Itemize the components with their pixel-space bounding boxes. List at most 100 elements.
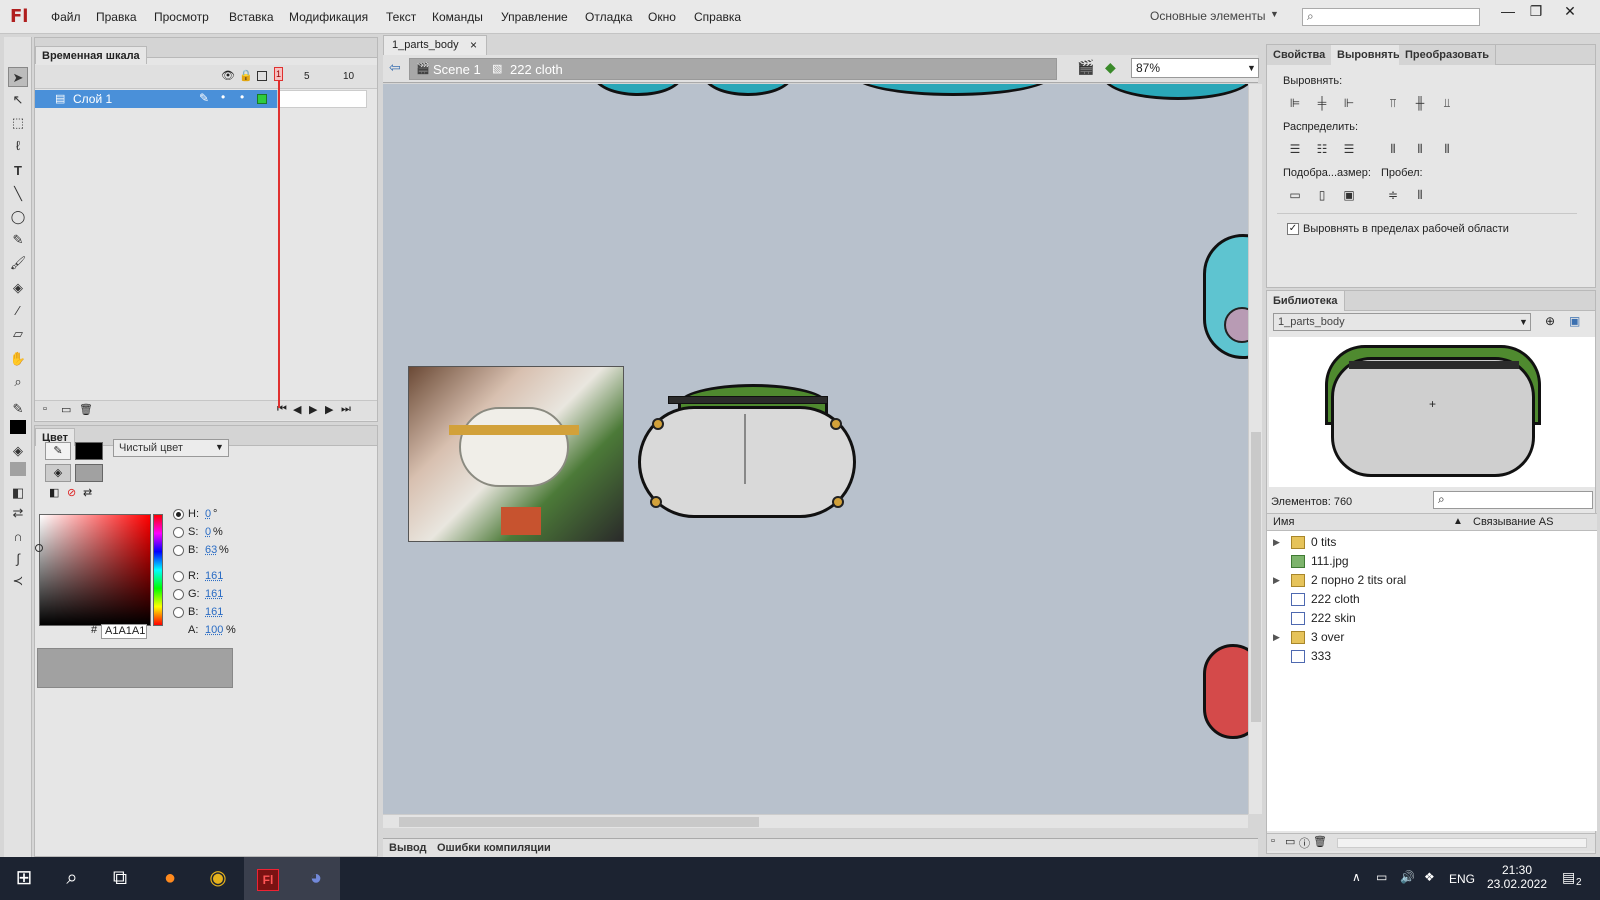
maximize-button[interactable]: ❐ <box>1520 0 1552 22</box>
close-tab-icon[interactable]: × <box>470 36 477 54</box>
eraser-tool-icon[interactable]: ▱ <box>8 324 28 344</box>
menu-file[interactable]: Файл <box>51 10 81 24</box>
r-value[interactable]: 161 <box>205 570 223 582</box>
free-transform-tool-icon[interactable]: ⬚ <box>8 113 28 133</box>
stroke-pencil-icon[interactable]: ✎ <box>45 442 71 460</box>
blue-value[interactable]: 161 <box>205 606 223 618</box>
clock[interactable]: 21:30 23.02.2022 <box>1480 863 1554 891</box>
pin-icon[interactable]: ⊕ <box>1545 314 1555 328</box>
straighten-icon[interactable]: ≺ <box>8 571 28 591</box>
chevron-down-icon[interactable]: ▼ <box>1519 317 1528 327</box>
playhead[interactable]: 1 <box>274 67 283 81</box>
outline-icon[interactable] <box>257 71 267 81</box>
distribute-right-icon[interactable]: ⦀ <box>1439 141 1455 157</box>
tab-compiler-errors[interactable]: Ошибки компиляции <box>437 842 551 854</box>
library-item[interactable]: 111.jpg <box>1267 552 1597 571</box>
stage[interactable] <box>383 84 1248 814</box>
tab-properties[interactable]: Свойства <box>1267 45 1333 65</box>
align-bottom-icon[interactable]: ⫫ <box>1439 95 1455 111</box>
match-both-icon[interactable]: ▣ <box>1341 187 1357 203</box>
expand-icon[interactable]: ▶ <box>1273 628 1280 647</box>
distribute-top-icon[interactable]: ☰ <box>1287 141 1303 157</box>
text-tool-icon[interactable]: T <box>8 161 28 181</box>
library-search-input[interactable]: ⌕ <box>1433 491 1593 509</box>
animate-app-icon[interactable]: Fl <box>244 857 292 900</box>
hue-slider[interactable] <box>153 514 163 626</box>
notification-icon[interactable]: ▤ <box>1562 869 1575 886</box>
menu-debug[interactable]: Отладка <box>585 10 632 24</box>
oval-tool-icon[interactable]: ◯ <box>8 207 28 227</box>
horizontal-scrollbar[interactable] <box>383 814 1248 828</box>
document-tab[interactable]: 1_parts_body × <box>383 35 487 55</box>
distribute-hcenter-icon[interactable]: ⦀ <box>1412 141 1428 157</box>
sort-icon[interactable]: ▲ <box>1453 516 1463 527</box>
space-vertical-icon[interactable]: ≑ <box>1385 187 1401 203</box>
cloth-symbol[interactable] <box>638 384 856 519</box>
default-colors-icon[interactable]: ◧ <box>49 486 59 499</box>
layer-row[interactable]: ▤ Слой 1 ✎ • • <box>35 90 277 108</box>
match-width-icon[interactable]: ▭ <box>1287 187 1303 203</box>
chrome-icon[interactable]: ◉ <box>194 857 242 900</box>
align-vcenter-icon[interactable]: ╫ <box>1412 95 1428 111</box>
distribute-vcenter-icon[interactable]: ☷ <box>1314 141 1330 157</box>
new-layer-icon[interactable]: ▫ <box>43 403 47 415</box>
menu-commands[interactable]: Команды <box>432 10 483 24</box>
library-item[interactable]: 222 skin <box>1267 609 1597 628</box>
fill-color-swatch[interactable] <box>75 464 103 482</box>
chevron-down-icon[interactable]: ▼ <box>1247 63 1256 73</box>
firefox-icon[interactable]: ● <box>146 857 194 900</box>
library-document-select[interactable]: 1_parts_body <box>1273 313 1531 331</box>
menu-modify[interactable]: Модификация <box>289 10 368 24</box>
expand-icon[interactable]: ▶ <box>1273 571 1280 590</box>
help-search-input[interactable]: ⌕ <box>1302 8 1480 26</box>
language-indicator[interactable]: ENG <box>1449 872 1475 886</box>
back-arrow-icon[interactable]: ⇦ <box>389 59 401 76</box>
new-folder-icon[interactable]: ▭ <box>1285 835 1295 848</box>
menu-text[interactable]: Текст <box>386 10 416 24</box>
tab-align[interactable]: Выровнять <box>1331 45 1407 65</box>
prev-frame-icon[interactable]: ◀ <box>293 403 301 416</box>
menu-edit[interactable]: Правка <box>96 10 137 24</box>
alpha-value[interactable]: 100 <box>205 624 223 636</box>
tab-transform[interactable]: Преобразовать <box>1399 45 1497 65</box>
tab-timeline[interactable]: Временная шкала <box>35 46 147 64</box>
r-radio[interactable] <box>173 571 184 582</box>
align-right-icon[interactable]: ⊩ <box>1341 95 1357 111</box>
h-radio[interactable] <box>173 509 184 520</box>
library-hscroll[interactable] <box>1337 838 1587 848</box>
expand-icon[interactable]: ▶ <box>1273 533 1280 552</box>
vertical-scrollbar[interactable] <box>1248 84 1262 814</box>
edit-symbols-icon[interactable]: ◆ <box>1105 59 1116 76</box>
selection-tool-icon[interactable]: ➤ <box>8 67 28 87</box>
brush-tool-icon[interactable]: 🖌 <box>8 253 28 273</box>
menu-view[interactable]: Просмотр <box>154 10 209 24</box>
dropbox-icon[interactable]: ❖ <box>1424 870 1435 884</box>
zoom-tool-icon[interactable]: ⌕ <box>8 372 28 392</box>
blue-radio[interactable] <box>173 607 184 618</box>
smooth-icon[interactable]: ∫ <box>8 549 28 569</box>
stroke-color-icon[interactable]: ✎ <box>8 399 28 419</box>
visible-dot[interactable]: • <box>221 90 225 104</box>
lock-icon[interactable]: 🔒 <box>239 69 253 82</box>
tab-library[interactable]: Библиотека <box>1267 291 1345 311</box>
workspace-switcher[interactable]: Основные элементы <box>1150 9 1265 23</box>
reference-image[interactable] <box>408 366 624 542</box>
b-value[interactable]: 63 <box>205 544 217 556</box>
paint-bucket-tool-icon[interactable]: ◈ <box>8 278 28 298</box>
lock-dot[interactable]: • <box>240 90 244 104</box>
chevron-down-icon[interactable]: ▼ <box>215 442 224 452</box>
g-radio[interactable] <box>173 589 184 600</box>
column-name[interactable]: Имя <box>1273 516 1294 528</box>
discord-icon[interactable]: ◕ <box>292 857 340 900</box>
align-to-stage-checkbox[interactable]: ✓ <box>1287 223 1299 235</box>
tab-output[interactable]: Вывод <box>389 842 427 854</box>
play-icon[interactable]: ▶ <box>309 403 317 416</box>
color-picker-cursor[interactable] <box>35 544 43 552</box>
menu-help[interactable]: Справка <box>694 10 741 24</box>
delete-icon[interactable]: 🗑 <box>1313 835 1327 848</box>
eyedropper-tool-icon[interactable]: ⁄ <box>8 301 28 321</box>
task-view-icon[interactable]: ⧉ <box>96 857 144 900</box>
frame-cells[interactable] <box>277 90 367 108</box>
black-white-icon[interactable]: ◧ <box>8 483 28 503</box>
breadcrumb-scene[interactable]: Scene 1 <box>433 62 481 77</box>
